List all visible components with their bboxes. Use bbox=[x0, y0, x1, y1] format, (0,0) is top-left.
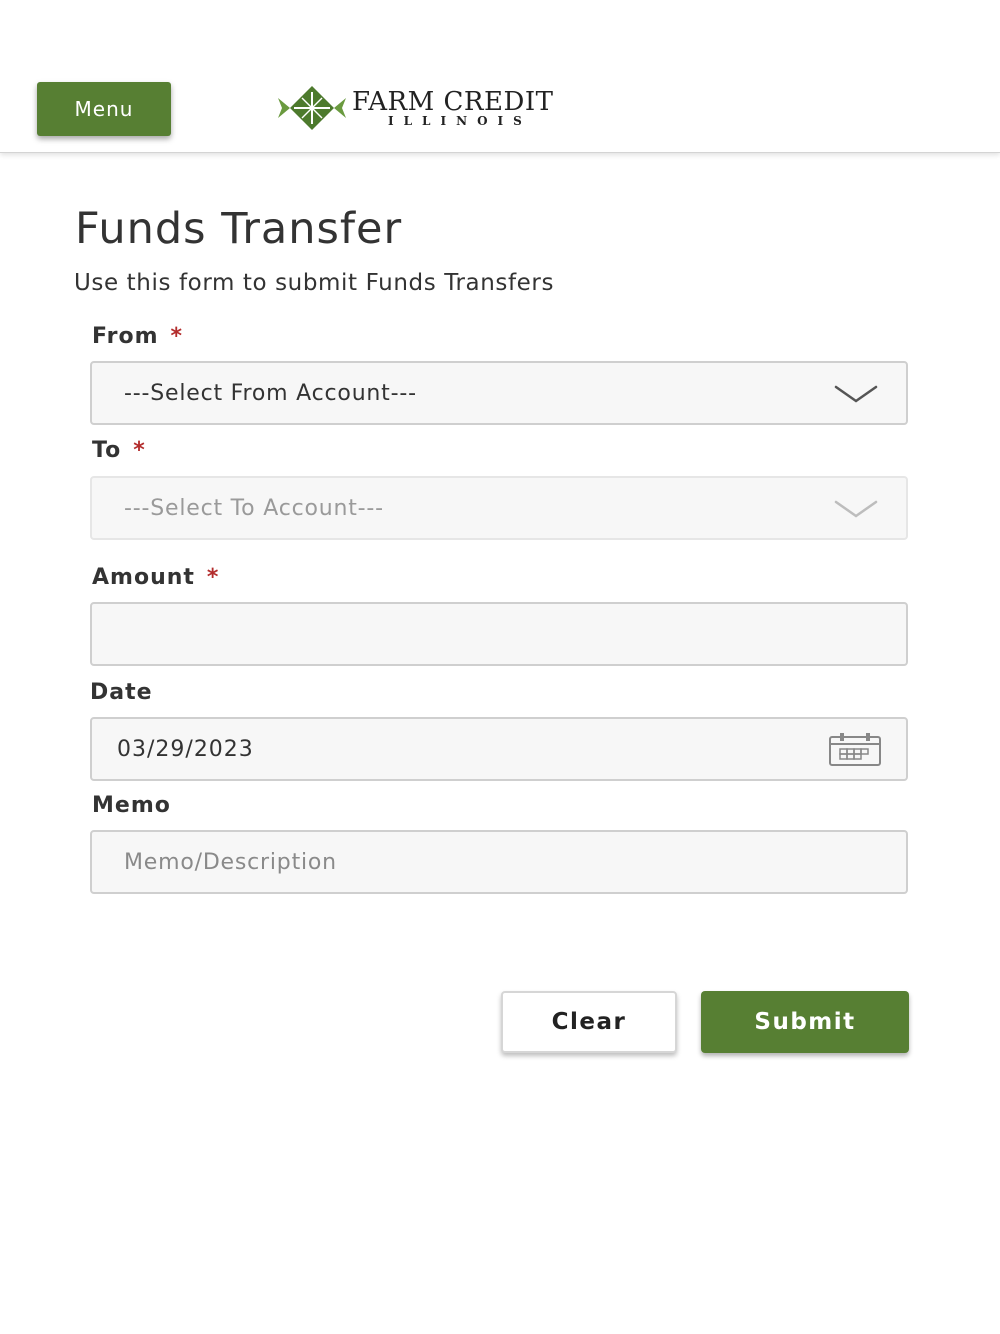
page-title: Funds Transfer bbox=[75, 204, 403, 254]
menu-button[interactable]: Menu bbox=[37, 82, 171, 136]
logo-name: FARM CREDIT bbox=[352, 87, 554, 117]
chevron-down-icon bbox=[834, 500, 878, 518]
required-marker: * bbox=[133, 438, 146, 463]
leaf-logo-icon bbox=[278, 86, 346, 130]
date-value: 03/29/2023 bbox=[117, 737, 254, 762]
memo-label-text: Memo bbox=[92, 793, 171, 818]
to-account-selected: ---Select To Account--- bbox=[124, 496, 384, 521]
memo-label: Memo bbox=[92, 793, 171, 818]
memo-field-wrapper bbox=[90, 830, 908, 894]
chevron-down-icon bbox=[834, 385, 878, 403]
submit-button[interactable]: Submit bbox=[701, 991, 909, 1053]
clear-button[interactable]: Clear bbox=[501, 991, 677, 1053]
required-marker: * bbox=[206, 565, 220, 590]
logo-subtitle: ILLINOIS bbox=[388, 114, 532, 128]
to-account-select[interactable]: ---Select To Account--- bbox=[90, 476, 908, 540]
amount-label: Amount * bbox=[92, 565, 219, 590]
farm-credit-logo[interactable]: FARM CREDIT ILLINOIS bbox=[276, 84, 606, 134]
from-account-select[interactable]: ---Select From Account--- bbox=[90, 361, 908, 425]
from-label-text: From bbox=[92, 324, 159, 349]
calendar-icon[interactable] bbox=[828, 733, 882, 767]
required-marker: * bbox=[170, 324, 184, 349]
from-account-selected: ---Select From Account--- bbox=[124, 381, 417, 406]
date-field[interactable]: 03/29/2023 bbox=[90, 717, 908, 781]
to-label: To * bbox=[92, 438, 146, 463]
amount-field[interactable] bbox=[92, 604, 906, 664]
from-label: From * bbox=[92, 324, 183, 349]
amount-field-wrapper bbox=[90, 602, 908, 666]
app-header: Menu FARM CREDIT ILLINOIS bbox=[0, 0, 1000, 153]
to-label-text: To bbox=[92, 438, 122, 463]
amount-label-text: Amount bbox=[92, 565, 195, 590]
memo-field[interactable] bbox=[92, 832, 906, 892]
date-label-text: Date bbox=[90, 680, 153, 705]
date-label: Date bbox=[90, 680, 153, 705]
page-subtitle: Use this form to submit Funds Transfers bbox=[74, 270, 555, 296]
